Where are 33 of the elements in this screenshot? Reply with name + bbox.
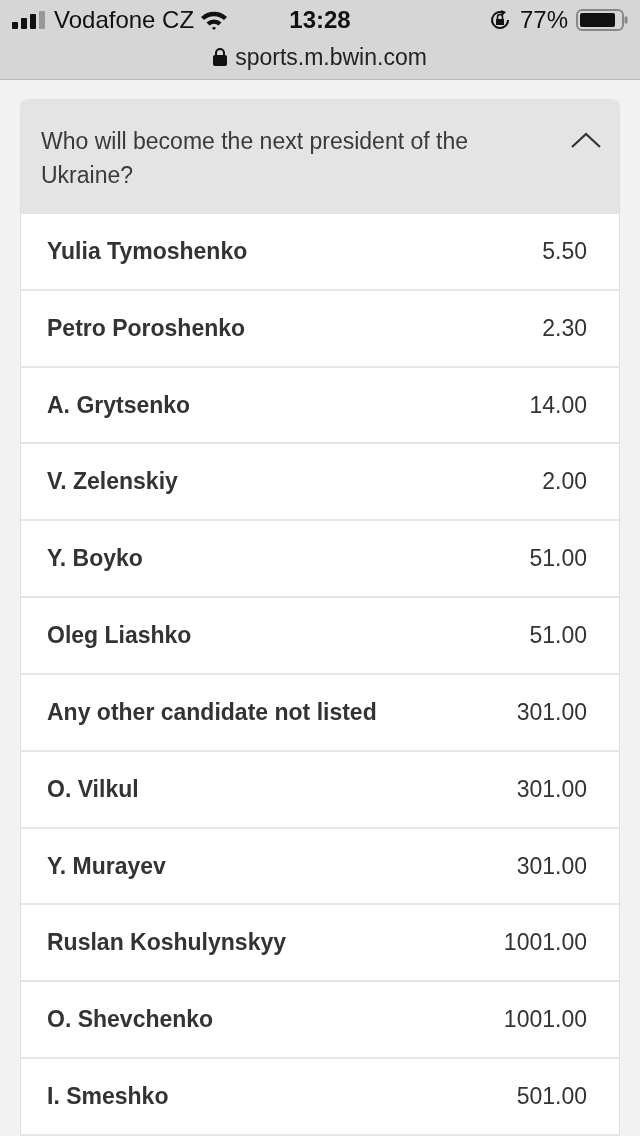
lock-icon xyxy=(213,48,228,66)
candidate-name: I. Smeshko xyxy=(47,1083,169,1110)
candidate-name: A. Grytsenko xyxy=(47,391,191,419)
candidate-name: Ruslan Koshulynskyy xyxy=(47,929,287,957)
odds-button[interactable]: 2.00 xyxy=(542,468,587,496)
clock-time: 13:28 xyxy=(289,6,351,34)
signal-icon xyxy=(12,11,48,29)
url-text[interactable]: sports.m.bwin.com xyxy=(235,43,427,71)
odds-button[interactable]: 301.00 xyxy=(516,775,587,803)
battery-icon xyxy=(576,8,628,32)
candidate-name: O. Vilkul xyxy=(47,775,139,803)
odds-button[interactable]: 51.00 xyxy=(529,545,587,573)
odds-button[interactable]: 1001.00 xyxy=(503,929,587,957)
candidate-name: Yulia Tymoshenko xyxy=(47,237,248,265)
candidate-name: Any other candidate not listed xyxy=(47,698,377,726)
odds-button[interactable]: 2.30 xyxy=(542,314,587,342)
wifi-icon xyxy=(200,10,229,30)
candidate-name: Y. Boyko xyxy=(47,545,143,573)
candidate-name: O. Shevchenko xyxy=(47,1006,214,1034)
candidate-name: Oleg Liashko xyxy=(47,622,192,650)
odds-button[interactable]: 5.50 xyxy=(542,237,587,265)
candidate-name: V. Zelenskiy xyxy=(47,468,178,496)
carrier-name: Vodafone CZ xyxy=(54,6,195,34)
odds-button[interactable]: 501.00 xyxy=(516,1083,587,1110)
odds-button[interactable]: 14.00 xyxy=(529,391,587,419)
odds-button[interactable]: 301.00 xyxy=(516,698,587,726)
odds-button[interactable]: 301.00 xyxy=(516,852,587,880)
candidate-name: Y. Murayev xyxy=(47,852,166,880)
candidate-name: Petro Poroshenko xyxy=(47,314,246,342)
odds-button[interactable]: 51.00 xyxy=(529,622,587,650)
odds-button[interactable]: 1001.00 xyxy=(503,1006,587,1034)
battery-percent: 77% xyxy=(519,6,568,34)
collapse-chevron-icon[interactable] xyxy=(571,132,601,148)
